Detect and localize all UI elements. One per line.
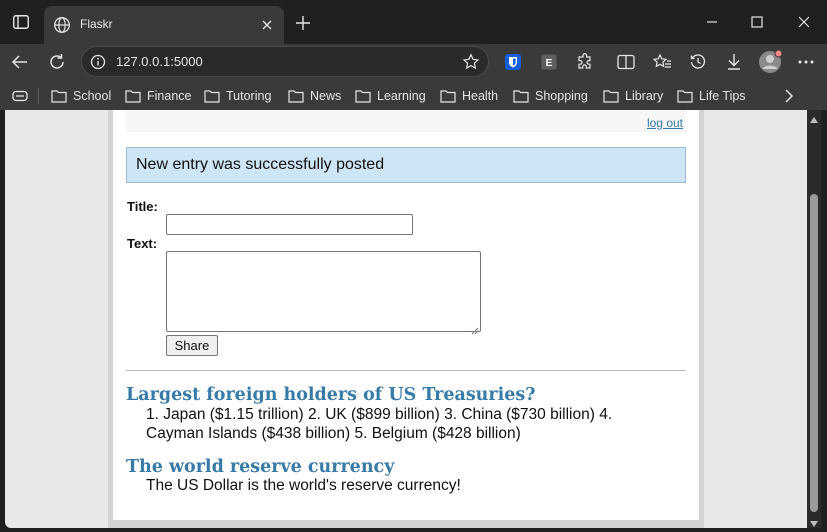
bookmark-label: Tutoring <box>226 89 272 103</box>
entry-title: The world reserve currency <box>126 457 395 477</box>
new-tab-icon[interactable] <box>292 12 314 34</box>
refresh-icon[interactable] <box>43 48 71 76</box>
tab-flaskr[interactable]: Flaskr <box>44 6 284 44</box>
title-label: Title: <box>127 199 158 214</box>
folder-icon <box>677 90 693 103</box>
folder-icon <box>513 90 529 103</box>
text-label: Text: <box>127 236 158 251</box>
bookmarks-separator <box>38 88 39 104</box>
scroll-down-arrow-icon[interactable] <box>809 516 819 527</box>
bookmark-label: Library <box>625 89 664 103</box>
bookmarks-bar: School Finance Tutoring News Learning He… <box>0 80 827 110</box>
bookmark-tutoring[interactable]: Tutoring <box>204 87 271 105</box>
logout-link[interactable]: log out <box>647 116 683 130</box>
favorite-star-icon[interactable] <box>462 53 480 71</box>
svg-text:E: E <box>546 58 553 69</box>
flash-message: New entry was successfully posted <box>126 147 686 183</box>
maximize-icon[interactable] <box>744 10 770 34</box>
browser-toolbar: 127.0.0.1:5000 E <box>0 44 827 80</box>
downloads-icon[interactable] <box>720 48 748 76</box>
bookmark-library[interactable]: Library <box>603 87 663 105</box>
folder-icon <box>603 90 619 103</box>
tab-title: Flaskr <box>80 17 113 31</box>
bookmark-label: Health <box>462 89 499 103</box>
folder-icon <box>204 90 220 103</box>
entry-title: Largest foreign holders of US Treasuries… <box>126 385 536 405</box>
title-input[interactable] <box>166 214 413 235</box>
more-menu-icon[interactable] <box>792 48 820 76</box>
reading-list-icon[interactable] <box>12 87 34 105</box>
page-viewport: log out New entry was successfully poste… <box>5 110 807 528</box>
page-container: log out New entry was successfully poste… <box>108 110 704 528</box>
chevron-right-icon[interactable] <box>784 87 800 105</box>
bitwarden-extension-icon[interactable] <box>499 48 527 76</box>
metanav: log out <box>126 110 686 132</box>
close-window-icon[interactable] <box>791 10 817 34</box>
bookmark-news[interactable]: News <box>288 87 341 105</box>
address-bar[interactable]: 127.0.0.1:5000 <box>81 46 489 77</box>
bookmark-label: School <box>73 89 112 103</box>
title-bar: Flaskr <box>0 0 827 44</box>
entry-text: The US Dollar is the world's reserve cur… <box>146 477 461 494</box>
share-button[interactable]: Share <box>166 335 218 356</box>
extensions-puzzle-icon[interactable] <box>571 48 599 76</box>
scrollbar-thumb[interactable] <box>810 194 818 512</box>
folder-icon <box>288 90 304 103</box>
extension-e-icon[interactable]: E <box>535 48 563 76</box>
bookmark-label: News <box>310 89 342 103</box>
favorites-icon[interactable] <box>648 48 676 76</box>
scroll-up-arrow-icon[interactable] <box>809 112 819 123</box>
bookmark-label: Finance <box>147 89 192 103</box>
bookmark-label: Learning <box>377 89 426 103</box>
globe-icon <box>53 16 71 34</box>
info-icon[interactable] <box>90 54 106 70</box>
divider <box>126 370 686 371</box>
history-icon[interactable] <box>684 48 712 76</box>
back-icon[interactable] <box>6 48 34 76</box>
profile-avatar-icon[interactable] <box>756 48 784 76</box>
minimize-icon[interactable] <box>699 10 725 34</box>
page-body: log out New entry was successfully poste… <box>113 110 699 520</box>
vertical-scrollbar[interactable] <box>807 110 821 528</box>
folder-icon <box>440 90 456 103</box>
resize-grip-icon[interactable] <box>471 322 479 335</box>
close-tab-icon[interactable] <box>258 16 276 34</box>
bookmark-life-tips[interactable]: Life Tips <box>677 87 746 105</box>
bookmark-shopping[interactable]: Shopping <box>513 87 588 105</box>
bookmark-finance[interactable]: Finance <box>125 87 191 105</box>
bookmark-health[interactable]: Health <box>440 87 498 105</box>
text-area[interactable] <box>166 251 481 335</box>
folder-icon <box>125 90 141 103</box>
url-text[interactable]: 127.0.0.1:5000 <box>116 54 203 69</box>
bookmark-label: Life Tips <box>699 89 746 103</box>
bookmark-learning[interactable]: Learning <box>355 87 426 105</box>
sidebar-toggle-icon[interactable] <box>10 12 32 32</box>
folder-icon <box>51 90 67 103</box>
entry-text: 1. Japan ($1.15 trillion) 2. UK ($899 bi… <box>146 406 613 442</box>
split-screen-icon[interactable] <box>612 48 640 76</box>
folder-icon <box>355 90 371 103</box>
bookmark-label: Shopping <box>535 89 588 103</box>
bookmark-school[interactable]: School <box>51 87 111 105</box>
